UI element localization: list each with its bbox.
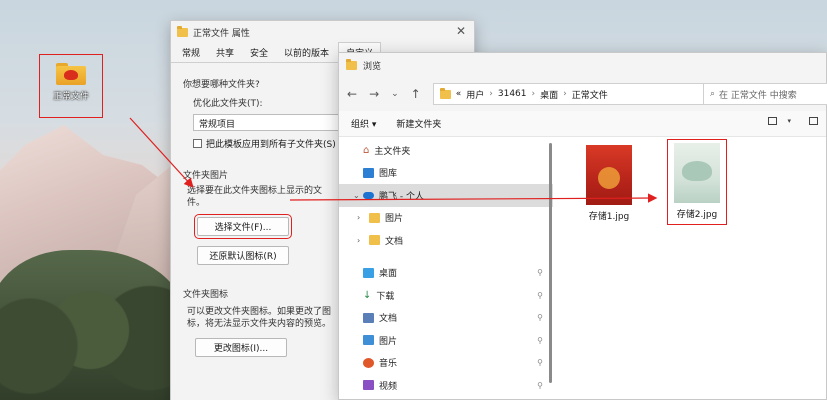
folder-icon (369, 235, 380, 246)
document-icon (363, 312, 374, 323)
search-icon: ⌕ (710, 89, 716, 99)
change-icon-button[interactable]: 更改图标(I)... (195, 338, 287, 357)
breadcrumb-31461[interactable]: 31461 (498, 89, 527, 99)
properties-title: 正常文件 属性 (193, 28, 250, 39)
nav-item-pictures-sub[interactable]: › 图片 (339, 207, 553, 230)
video-icon (363, 380, 374, 391)
download-icon: ↓ (363, 289, 372, 301)
nav-item-desktop[interactable]: 桌面 ⚲ (339, 262, 553, 285)
image-thumbnail (674, 143, 720, 203)
recent-chevron-icon[interactable]: ⌄ (391, 89, 399, 99)
pin-icon[interactable]: ⚲ (537, 268, 543, 277)
desktop-folder-label: 正常文件 (52, 92, 89, 102)
image-thumbnail (586, 145, 632, 205)
folder-icon (346, 58, 357, 70)
preview-pane-icon[interactable] (809, 117, 818, 125)
breadcrumb-overflow[interactable]: « (456, 89, 462, 99)
optimize-select[interactable]: 常规项目 (193, 114, 343, 131)
pin-icon[interactable]: ⚲ (537, 313, 543, 322)
breadcrumb-current[interactable]: 正常文件 (572, 88, 608, 101)
nav-item-documents[interactable]: 文档 ⚲ (339, 307, 553, 330)
breadcrumb-users[interactable]: 用户 (466, 88, 484, 101)
nav-item-music[interactable]: 音乐 ⚲ (339, 352, 553, 375)
tab-sharing[interactable]: 共享 (209, 43, 241, 62)
up-arrow-icon[interactable]: ↑ (411, 87, 421, 101)
folder-icons-desc: 可以更改文件夹图标。如果更改了图标，将无法显示文件夹内容的预览。 (187, 307, 332, 329)
restore-default-icon-button[interactable]: 还原默认图标(R) (197, 246, 289, 265)
navigation-pane: ⌂ 主文件夹 图库 ⌄ 鹏飞 - 个人 › 图片 › 文档 桌面 ⚲ ↓ 下载 … (339, 139, 553, 400)
tab-previous-versions[interactable]: 以前的版本 (277, 43, 336, 62)
folder-pictures-group: 文件夹图片 (183, 171, 229, 181)
chevron-right-icon[interactable]: › (357, 213, 360, 222)
tab-general[interactable]: 常规 (175, 43, 207, 62)
nav-scrollbar[interactable] (549, 143, 552, 383)
pin-icon[interactable]: ⚲ (537, 336, 543, 345)
nav-item-videos[interactable]: 视频 ⚲ (339, 374, 553, 397)
browse-title: 浏览 (363, 61, 382, 72)
pin-icon[interactable]: ⚲ (537, 291, 543, 300)
search-box[interactable]: ⌕ 在 正常文件 中搜索 (703, 83, 827, 105)
tab-security[interactable]: 安全 (243, 43, 275, 62)
forward-arrow-icon[interactable]: → (369, 87, 379, 101)
cloud-icon (363, 191, 374, 199)
customize-panel: 你想要哪种文件夹? 优化此文件夹(T): 常规项目 把此模板应用到所有子文件夹(… (183, 71, 351, 400)
file-item-selected[interactable]: 存储2.jpg (667, 139, 727, 225)
folder-icon (369, 212, 380, 223)
properties-titlebar: 正常文件 属性 (171, 21, 474, 43)
pin-icon[interactable]: ⚲ (537, 381, 543, 390)
view-dropdown-icon[interactable]: ▾ (787, 117, 791, 125)
nav-item-gallery[interactable]: 图库 (339, 162, 553, 185)
chevron-down-icon[interactable]: ⌄ (353, 191, 360, 200)
organize-button[interactable]: 组织 ▾ (351, 117, 376, 130)
choose-file-button[interactable]: 选择文件(F)... (194, 214, 292, 239)
nav-item-documents-sub[interactable]: › 文档 (339, 229, 553, 252)
music-icon (363, 357, 374, 368)
back-arrow-icon[interactable]: ← (347, 87, 357, 101)
breadcrumb-desktop[interactable]: 桌面 (540, 88, 558, 101)
pin-icon[interactable]: ⚲ (537, 358, 543, 367)
folder-icons-group: 文件夹图标 (183, 290, 229, 300)
command-toolbar: 组织 ▾ 新建文件夹 ▾ (339, 111, 826, 137)
folder-type-question: 你想要哪种文件夹? (183, 80, 260, 90)
file-list: 存储1.jpg 存储2.jpg (565, 139, 827, 400)
view-mode-icon[interactable] (768, 117, 778, 125)
optimize-label: 优化此文件夹(T): (193, 99, 263, 109)
browse-titlebar: 浏览 (339, 53, 826, 77)
folder-icon (177, 25, 188, 37)
picture-icon (363, 335, 374, 346)
nav-item-downloads[interactable]: ↓ 下载 ⚲ (339, 284, 553, 307)
folder-icon (56, 63, 86, 85)
desktop-folder[interactable]: 正常文件 (39, 54, 103, 118)
desktop-icon (363, 267, 374, 278)
folder-icon (439, 87, 451, 99)
folder-pictures-desc: 选择要在此文件夹图标上显示的文件。 (187, 186, 323, 208)
file-item[interactable]: 存储1.jpg (579, 145, 639, 222)
apply-subfolders-label: 把此模板应用到所有子文件夹(S) (206, 140, 336, 150)
address-bar[interactable]: « 用户 › 31461 › 桌面 › 正常文件 ⌄ (432, 83, 723, 105)
apply-subfolders-checkbox[interactable] (193, 139, 202, 148)
nav-item-onedrive[interactable]: ⌄ 鹏飞 - 个人 (339, 184, 553, 207)
nav-item-pictures[interactable]: 图片 ⚲ (339, 329, 553, 352)
close-icon[interactable]: ✕ (456, 24, 466, 38)
search-placeholder: 在 正常文件 中搜索 (719, 90, 797, 101)
gallery-icon (363, 167, 374, 178)
home-icon: ⌂ (363, 144, 370, 156)
nav-item-home[interactable]: ⌂ 主文件夹 (339, 139, 553, 162)
browse-dialog: 浏览 ← → ⌄ ↑ « 用户 › 31461 › 桌面 › 正常文件 ⌄ ↻ … (338, 52, 827, 400)
chevron-right-icon[interactable]: › (357, 236, 360, 245)
new-folder-button[interactable]: 新建文件夹 (396, 117, 441, 130)
